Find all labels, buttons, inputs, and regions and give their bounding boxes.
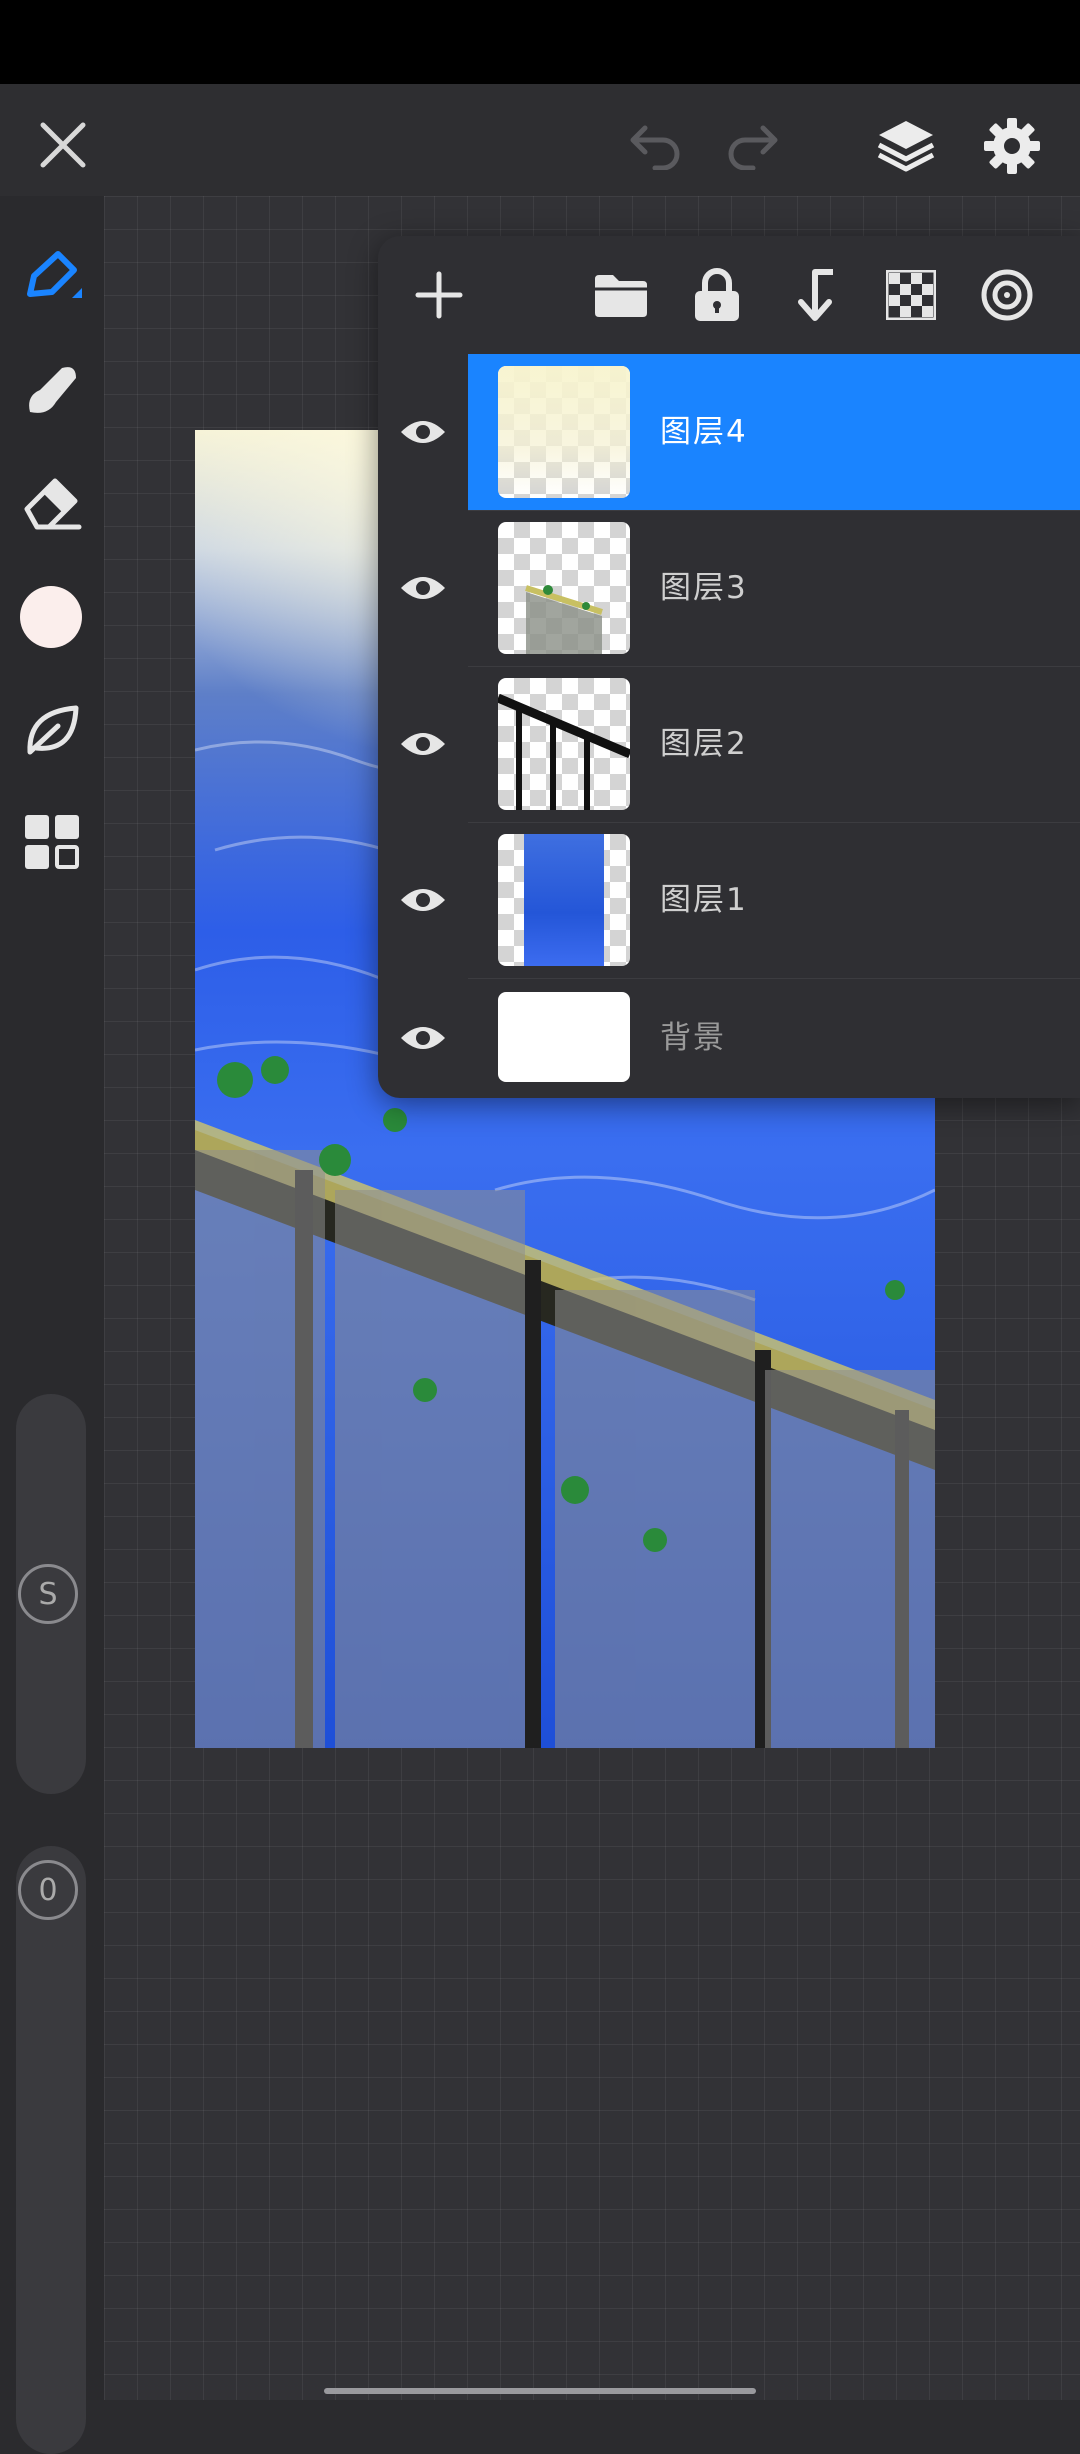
layer-row-background[interactable]: 背景 xyxy=(378,978,1080,1098)
gallery-icon[interactable] xyxy=(14,804,90,880)
layer-body: 图层4 xyxy=(468,354,1080,511)
merge-down-icon[interactable] xyxy=(782,262,848,328)
visibility-eye-icon[interactable] xyxy=(378,978,468,1098)
brush-size-label: S xyxy=(18,1564,78,1624)
layer-row-4[interactable]: 图层4 xyxy=(378,354,1080,511)
pencil-icon[interactable] xyxy=(14,240,90,316)
layer-name: 图层2 xyxy=(660,726,748,762)
gear-icon[interactable] xyxy=(972,106,1052,186)
layer-body: 背景 xyxy=(468,978,1080,1098)
layer-body: 图层1 xyxy=(468,822,1080,979)
visibility-eye-icon[interactable] xyxy=(378,510,468,666)
visibility-eye-icon[interactable] xyxy=(378,822,468,978)
eraser-icon[interactable] xyxy=(14,464,90,540)
redo-icon[interactable] xyxy=(718,110,788,180)
transparency-icon[interactable] xyxy=(878,262,944,328)
brush-opacity-label: 0 xyxy=(18,1860,78,1920)
folder-icon[interactable] xyxy=(588,262,654,328)
layer-row-1[interactable]: 图层1 xyxy=(378,822,1080,979)
close-icon[interactable] xyxy=(28,110,98,180)
color-swatch[interactable] xyxy=(20,586,82,648)
status-bar xyxy=(0,0,1080,84)
layer-body: 图层2 xyxy=(468,666,1080,823)
layers-icon[interactable] xyxy=(866,106,946,186)
visibility-eye-icon[interactable] xyxy=(378,354,468,510)
layer-name: 背景 xyxy=(660,1020,726,1056)
layer-name: 图层3 xyxy=(660,570,748,606)
smudge-icon[interactable] xyxy=(14,352,90,428)
leaf-icon[interactable] xyxy=(14,692,90,768)
layer-name: 图层4 xyxy=(660,414,748,450)
layer-body: 图层3 xyxy=(468,510,1080,667)
layer-thumbnail xyxy=(498,366,630,498)
layers-panel: 图层4 图层3 图层2 图层1 背景 xyxy=(378,236,1080,1098)
undo-icon[interactable] xyxy=(620,110,690,180)
layer-name: 图层1 xyxy=(660,882,748,918)
tool-sidebar: S 0 xyxy=(0,196,104,2454)
layer-thumbnail xyxy=(498,522,630,654)
lock-icon[interactable] xyxy=(684,262,750,328)
layer-thumbnail xyxy=(498,992,630,1082)
layer-thumbnail xyxy=(498,678,630,810)
home-indicator[interactable] xyxy=(324,2388,756,2394)
layer-row-3[interactable]: 图层3 xyxy=(378,510,1080,667)
visibility-eye-icon[interactable] xyxy=(378,666,468,822)
brush-opacity-slider[interactable] xyxy=(16,1846,86,2454)
layer-thumbnail xyxy=(498,834,630,966)
layer-row-2[interactable]: 图层2 xyxy=(378,666,1080,823)
layers-toolbar xyxy=(378,236,1080,354)
top-toolbar xyxy=(0,84,1080,196)
add-layer-icon[interactable] xyxy=(406,262,472,328)
target-icon[interactable] xyxy=(974,262,1040,328)
